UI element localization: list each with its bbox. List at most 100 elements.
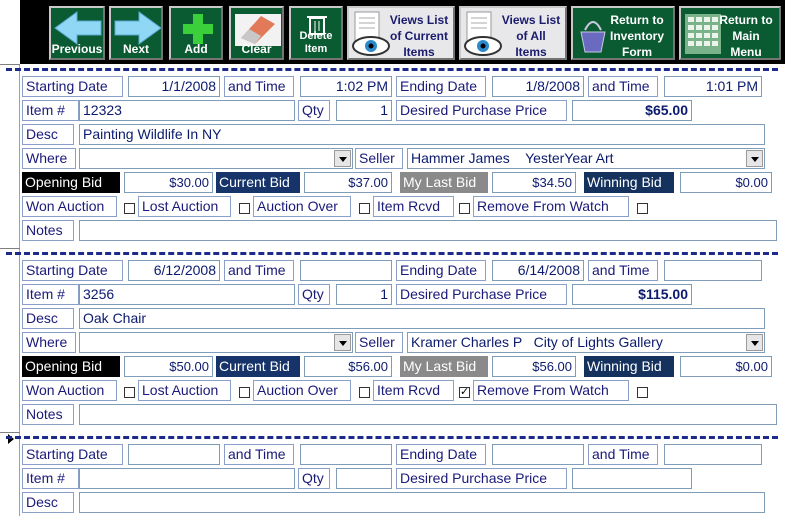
current-bid-label: Current Bid	[216, 356, 300, 377]
remove-from-watch-checkbox[interactable]	[637, 203, 648, 214]
seller-label: Seller	[355, 148, 403, 169]
notes-field[interactable]	[79, 220, 777, 241]
auction-over-label: Auction Over	[253, 380, 351, 401]
desc-field[interactable]: Painting Wildlife In NY	[79, 124, 765, 145]
current-bid-field[interactable]: $37.00	[304, 172, 392, 193]
start-time-field[interactable]	[300, 260, 392, 281]
auction-over-label: Auction Over	[253, 196, 351, 217]
lost-auction-checkbox[interactable]	[239, 387, 250, 398]
starting-date-label: Starting Date	[22, 76, 123, 97]
where-label: Where	[22, 148, 76, 169]
opening-bid-field[interactable]: $50.00	[124, 356, 213, 377]
lost-auction-checkbox[interactable]	[239, 203, 250, 214]
starting-date-label: Starting Date	[22, 444, 123, 465]
my-last-bid-field[interactable]: $56.00	[492, 356, 576, 377]
item-rcvd-checkbox[interactable]: ✓	[459, 387, 470, 398]
desired-price-field[interactable]	[572, 468, 692, 489]
desired-price-field[interactable]: $115.00	[572, 284, 692, 305]
opening-bid-label: Opening Bid	[22, 172, 120, 193]
seller-value: Kramer Charles P City of Lights Gallery	[411, 334, 663, 350]
clear-button[interactable]: Clear	[229, 6, 284, 60]
winning-bid-field[interactable]: $0.00	[680, 356, 772, 377]
ending-date-field[interactable]	[492, 444, 584, 465]
item-rcvd-checkbox[interactable]	[459, 203, 470, 214]
qty-label: Qty	[298, 100, 330, 121]
qty-field[interactable]: 1	[336, 100, 392, 121]
auction-over-checkbox[interactable]	[359, 387, 370, 398]
desc-field[interactable]	[79, 492, 765, 513]
starting-date-field[interactable]: 6/12/2008	[128, 260, 220, 281]
won-auction-checkbox[interactable]	[124, 203, 135, 214]
current-bid-field[interactable]: $56.00	[304, 356, 392, 377]
lost-auction-label: Lost Auction	[138, 380, 231, 401]
my-last-bid-field[interactable]: $34.50	[492, 172, 576, 193]
qty-field[interactable]: 1	[336, 284, 392, 305]
qty-field[interactable]	[336, 468, 392, 489]
start-time-field[interactable]	[300, 444, 392, 465]
my-last-bid-label: My Last Bid	[400, 356, 488, 377]
won-auction-checkbox[interactable]	[124, 387, 135, 398]
record-separator	[6, 252, 778, 255]
seller-dropdown[interactable]: Hammer James YesterYear Art	[407, 148, 765, 169]
desc-field[interactable]: Oak Chair	[79, 308, 765, 329]
desc-label: Desc	[22, 308, 74, 329]
chevron-down-icon[interactable]	[746, 150, 763, 167]
start-time-label: and Time	[224, 76, 294, 97]
add-button[interactable]: Add	[169, 6, 223, 60]
return-to-inventory-label: Return to Inventory Form	[609, 13, 664, 59]
qty-label: Qty	[298, 284, 330, 305]
ending-date-field[interactable]: 1/8/2008	[492, 76, 584, 97]
views-current-items-button[interactable]: Views List of Current Items	[347, 6, 455, 60]
start-time-label: and Time	[224, 260, 294, 281]
item-number-label: Item #	[22, 100, 79, 121]
end-time-field[interactable]	[664, 260, 762, 281]
item-number-field[interactable]: 12323	[79, 100, 295, 121]
desired-price-field[interactable]: $65.00	[572, 100, 692, 121]
qty-label: Qty	[298, 468, 330, 489]
record-selector-divider	[0, 248, 20, 249]
chevron-down-icon[interactable]	[334, 150, 351, 167]
return-to-main-menu-label: Return to Main Menu	[719, 13, 773, 59]
notes-label: Notes	[22, 404, 74, 425]
return-to-inventory-button[interactable]: Return to Inventory Form	[571, 6, 675, 60]
item-rcvd-label: Item Rcvd	[373, 196, 454, 217]
views-all-items-button[interactable]: Views List of All Items	[459, 6, 567, 60]
lost-auction-label: Lost Auction	[138, 196, 231, 217]
remove-from-watch-label: Remove From Watch	[473, 196, 629, 217]
end-time-field[interactable]	[664, 444, 762, 465]
chevron-down-icon[interactable]	[746, 334, 763, 351]
record-selector-divider	[0, 432, 20, 433]
end-time-label: and Time	[588, 76, 658, 97]
where-dropdown[interactable]	[79, 148, 353, 169]
starting-date-label: Starting Date	[22, 260, 123, 281]
opening-bid-field[interactable]: $30.00	[124, 172, 213, 193]
return-to-main-menu-button[interactable]: Return to Main Menu	[679, 6, 781, 60]
remove-from-watch-checkbox[interactable]	[637, 387, 648, 398]
desired-price-label: Desired Purchase Price	[396, 100, 567, 121]
delete-item-button[interactable]: Delete Item	[289, 6, 343, 60]
ending-date-field[interactable]: 6/14/2008	[492, 260, 584, 281]
add-label: Add	[184, 42, 208, 56]
next-button[interactable]: Next	[109, 6, 163, 60]
starting-date-field[interactable]: 1/1/2008	[128, 76, 220, 97]
winning-bid-field[interactable]: $0.00	[680, 172, 772, 193]
item-number-field[interactable]: 3256	[79, 284, 295, 305]
notes-label: Notes	[22, 220, 74, 241]
chevron-down-icon[interactable]	[334, 334, 351, 351]
where-dropdown[interactable]	[79, 332, 353, 353]
start-time-field[interactable]: 1:02 PM	[300, 76, 392, 97]
item-number-label: Item #	[22, 468, 79, 489]
previous-button[interactable]: Previous	[49, 6, 105, 60]
notes-field[interactable]	[79, 404, 777, 425]
starting-date-field[interactable]	[128, 444, 220, 465]
item-number-field[interactable]	[79, 468, 295, 489]
seller-value: Hammer James YesterYear Art	[411, 150, 614, 166]
auction-over-checkbox[interactable]	[359, 203, 370, 214]
winning-bid-label: Winning Bid	[584, 356, 674, 377]
record-separator	[6, 436, 778, 439]
seller-dropdown[interactable]: Kramer Charles P City of Lights Gallery	[407, 332, 765, 353]
next-label: Next	[122, 42, 149, 56]
end-time-field[interactable]: 1:01 PM	[664, 76, 762, 97]
end-time-label: and Time	[588, 444, 658, 465]
desired-price-label: Desired Purchase Price	[396, 468, 567, 489]
